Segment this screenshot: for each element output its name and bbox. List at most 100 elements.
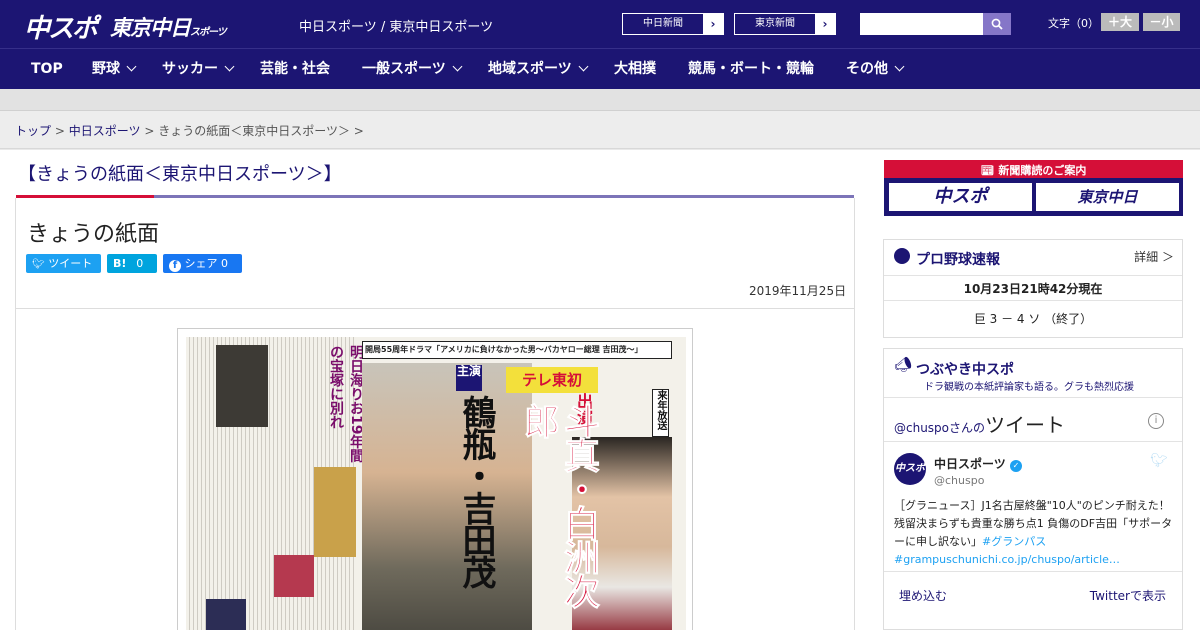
tokyo-logo-text: 東京中日 (110, 16, 191, 40)
widget-divider (884, 441, 1182, 442)
nav-label: 野球 (92, 61, 120, 77)
photo-stage (314, 467, 356, 557)
baseball-timestamp: 10月23日21時42分現在 (963, 282, 1103, 296)
search-icon (991, 18, 1003, 30)
tokyo-logo-sub: スポーツ (190, 27, 227, 38)
baseball-score[interactable]: 巨 3 － 4 ソ （終了） (884, 310, 1182, 327)
hatena-label: B! (113, 257, 127, 270)
tweet-link[interactable]: #grampuschunichi.co.jp/chuspo/article… (894, 553, 1120, 566)
breadcrumb-sep: > (144, 124, 159, 138)
headline-actor2: 斗真・白洲次郎 (518, 403, 600, 608)
widget-divider (884, 571, 1182, 572)
baseball-icon (894, 248, 910, 264)
baseball-widget-title: プロ野球速報 (916, 252, 1000, 268)
chuspo-logo[interactable]: 中スポ (24, 8, 98, 45)
nav-label: 大相撲 (614, 61, 656, 77)
verified-badge-icon: ✓ (1009, 460, 1022, 472)
chevron-down-icon (224, 61, 235, 72)
chevron-down-icon (126, 61, 137, 72)
font-smaller-button[interactable]: －小 (1143, 13, 1180, 31)
font-size-label: 文字（0） (1048, 17, 1099, 30)
nav-general-sports[interactable]: 一般スポーツ (362, 49, 463, 90)
tweets-widget-title: つぶやき中スポ (916, 362, 1014, 378)
tweet-author-handle[interactable]: @chuspo (934, 474, 984, 487)
photo-bottom (206, 599, 246, 630)
tokyo-shimbun-button[interactable]: 東京新聞 › (734, 13, 836, 35)
subscription-promo-title: 📰︎ 新聞購読のご案内 (884, 162, 1183, 178)
font-larger-button[interactable]: ＋大 (1101, 13, 1139, 31)
breadcrumb-current: きょうの紙面＜東京中日スポーツ＞ (158, 124, 350, 138)
promo-tokyo-button[interactable]: 東京中日 (1036, 183, 1179, 211)
chevron-down-icon (452, 61, 463, 72)
facebook-icon: f (169, 260, 181, 272)
chunichi-shimbun-label: 中日新聞 (643, 18, 683, 29)
chevron-right-icon: › (703, 14, 723, 34)
tweet-author-name: 中日スポーツ (934, 457, 1006, 471)
tweet-button[interactable]: 🐦︎ ツイート (26, 254, 101, 273)
nav-soccer[interactable]: サッカー (162, 49, 235, 90)
twitter-bird-icon[interactable]: 🐦︎ (1150, 453, 1168, 469)
facebook-share-label: シェア (184, 257, 218, 270)
nav-label: サッカー (162, 61, 218, 77)
nav-racing[interactable]: 競馬・ボート・競輪 (688, 49, 814, 90)
hatena-count: 0 (136, 257, 144, 270)
hatena-bookmark-button[interactable]: B! 0 (107, 254, 157, 273)
nav-other[interactable]: その他 (846, 49, 905, 90)
nav-label: 地域スポーツ (488, 61, 572, 77)
newspaper-page: 明日海りお19年間の宝塚に別れ 開局55周年ドラマ「アメリカに負けなかった男～バ… (186, 337, 686, 630)
tweet-hashtag[interactable]: #グランパス (982, 535, 1046, 548)
megaphone-icon: 📣︎ (894, 357, 912, 373)
chunichi-shimbun-button[interactable]: 中日新聞 › (622, 13, 724, 35)
tweet-avatar[interactable]: 中スポ (894, 453, 926, 485)
tweet-author[interactable]: 中日スポーツ ✓ (934, 455, 1022, 472)
drama-banner: 開局55周年ドラマ「アメリカに負けなかった男～バカヤロー総理 吉田茂～」 (362, 341, 672, 359)
photo-tsurube (362, 363, 532, 630)
tweet-text: ［グラニュース］J1名古屋終盤"10人"のピンチ耐えた！残留決まらずも貴重な勝ち… (894, 497, 1174, 569)
breadcrumb: トップ > 中日スポーツ > きょうの紙面＜東京中日スポーツ＞ > (15, 122, 364, 139)
nav-label: 一般スポーツ (362, 61, 446, 77)
nav-regional-sports[interactable]: 地域スポーツ (488, 49, 589, 90)
twitter-bird-icon: 🐦︎ (32, 259, 45, 270)
tokyo-shimbun-label: 東京新聞 (755, 18, 795, 29)
search-button[interactable] (983, 13, 1011, 35)
tweets-heading-suffix: ツイート (985, 413, 1066, 437)
widget-divider (884, 300, 1182, 301)
article-divider (16, 308, 854, 309)
article-date: 2019年11月25日 (749, 284, 847, 298)
nav-entertainment[interactable]: 芸能・社会 (260, 49, 330, 90)
tweets-widget: 📣︎ つぶやき中スポ ドラ観戦の本紙評論家も語る。グラも熱烈応援 @chuspo… (883, 348, 1183, 630)
breadcrumb-chunichi-sports[interactable]: 中日スポーツ (69, 124, 141, 138)
tokyo-chunichi-logo[interactable]: 東京中日スポーツ (110, 12, 227, 42)
twitter-handle-link[interactable]: @chuspoさんの (894, 421, 985, 435)
promo-title-text: 新聞購読のご案内 (998, 164, 1087, 177)
main-nav: TOP 野球 サッカー 芸能・社会 一般スポーツ 地域スポーツ 大相撲 競馬・ボ… (0, 48, 1200, 89)
headline-actor1: 鶴瓶・吉田茂 (456, 395, 496, 587)
nav-top[interactable]: TOP (31, 49, 63, 90)
view-on-twitter-link[interactable]: Twitterで表示 (1090, 587, 1166, 604)
nav-sumo[interactable]: 大相撲 (614, 49, 656, 90)
baseball-detail-link[interactable]: 詳細 ＞ (1134, 248, 1174, 265)
breadcrumb-bar: トップ > 中日スポーツ > きょうの紙面＜東京中日スポーツ＞ > (0, 111, 1200, 149)
embed-link[interactable]: 埋め込む (899, 587, 947, 604)
top-header: 中スポ 東京中日スポーツ 中日スポーツ / 東京中日スポーツ 中日新聞 › 東京… (0, 0, 1200, 48)
facebook-share-count: 0 (221, 257, 228, 270)
widget-divider (884, 275, 1182, 276)
search-input[interactable] (860, 13, 983, 35)
breadcrumb-sep: > (54, 124, 69, 138)
site-links[interactable]: 中日スポーツ / 東京中日スポーツ (299, 16, 493, 35)
section-heading: 【きょうの紙面＜東京中日スポーツ＞】 (18, 164, 342, 185)
facebook-share-button[interactable]: f シェア 0 (163, 254, 242, 273)
info-icon[interactable]: i (1148, 413, 1164, 429)
tweet-label: ツイート (48, 257, 93, 270)
newspaper-icon: 📰︎ (980, 164, 995, 177)
nav-baseball[interactable]: 野球 (92, 49, 137, 90)
newspaper-front-page-image[interactable]: 明日海りお19年間の宝塚に別れ 開局55周年ドラマ「アメリカに負けなかった男～バ… (177, 328, 693, 630)
page-title: きょうの紙面 (27, 222, 160, 247)
tweets-widget-subtitle: ドラ観戦の本紙評論家も語る。グラも熱烈応援 (924, 382, 1134, 393)
broadcast-tag: 来年放送 (652, 389, 669, 437)
breadcrumb-top[interactable]: トップ (15, 124, 51, 138)
photo-small (274, 555, 314, 597)
network-label: テレ東初 (506, 367, 598, 393)
chevron-down-icon (894, 61, 905, 72)
promo-chuspo-button[interactable]: 中スポ (889, 183, 1032, 211)
